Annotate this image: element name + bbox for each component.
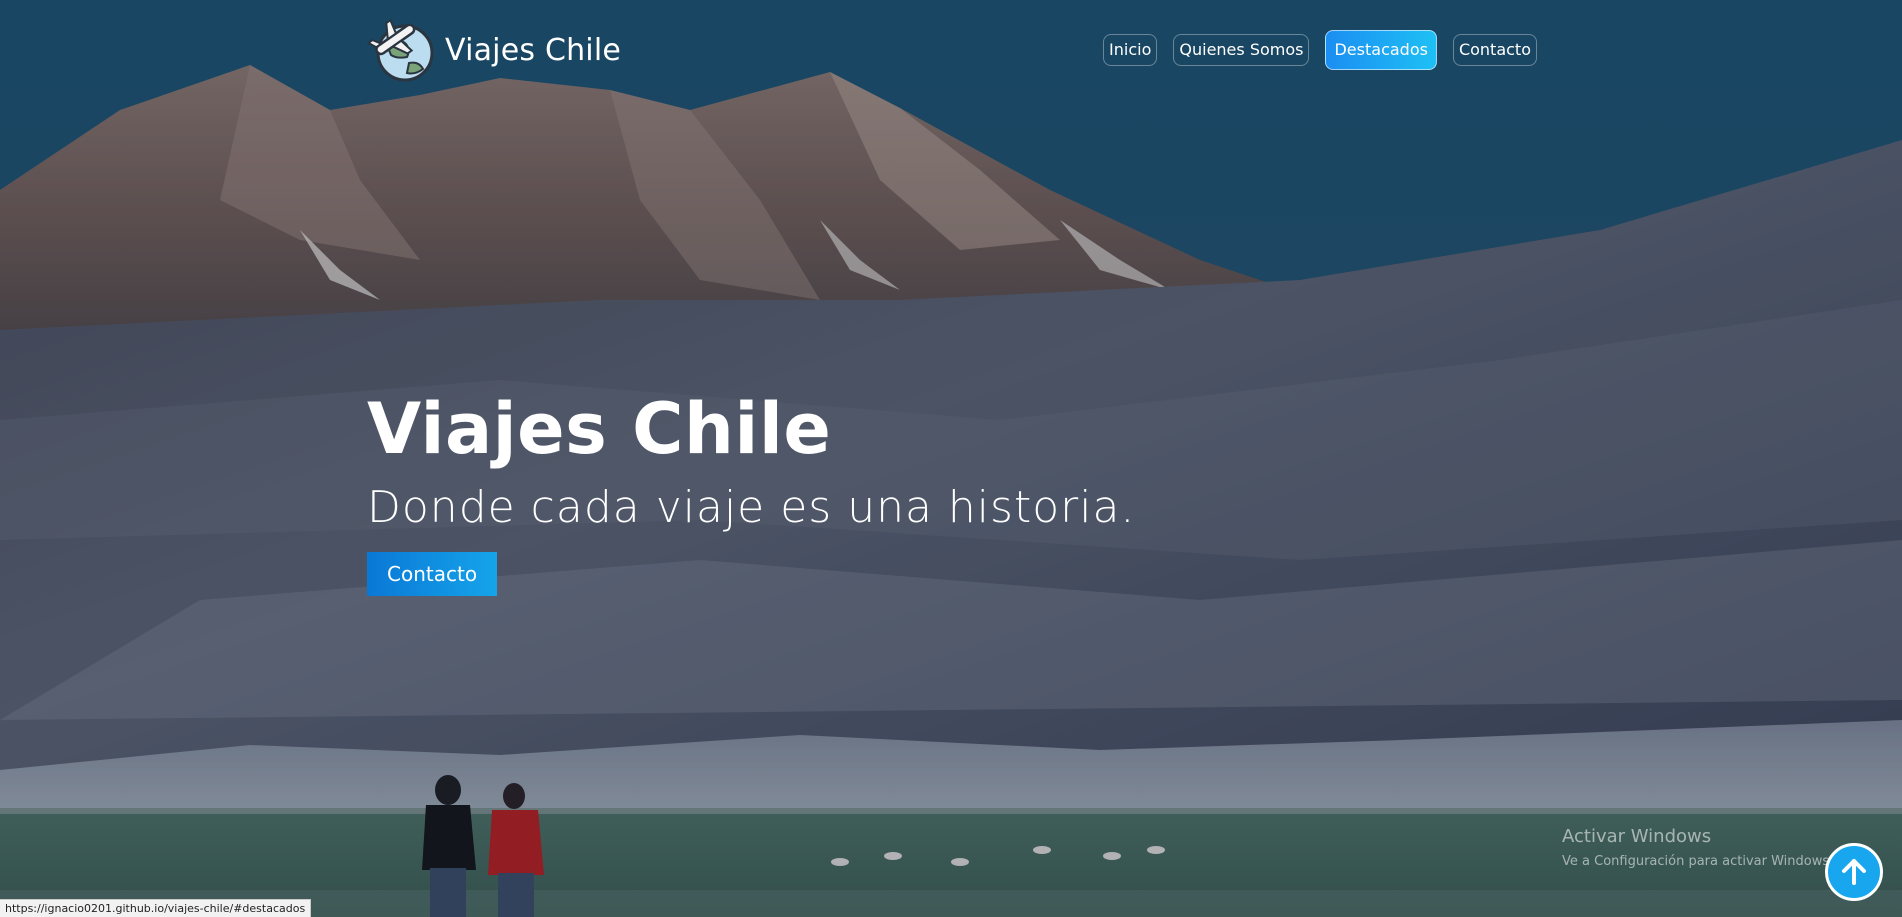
nav-link-destacados[interactable]: Destacados bbox=[1325, 30, 1437, 70]
contact-button[interactable]: Contacto bbox=[367, 552, 498, 596]
watermark-subtitle: Ve a Configuración para activar Windows. bbox=[1562, 854, 1834, 869]
brand-link[interactable]: Viajes Chile bbox=[367, 15, 621, 85]
navbar: Viajes Chile Inicio Quienes Somos Destac… bbox=[367, 14, 1537, 86]
brand-name: Viajes Chile bbox=[445, 32, 622, 68]
windows-activation-watermark: Activar Windows Ve a Configuración para … bbox=[1562, 826, 1833, 872]
status-bar-url: https://ignacio0201.github.io/viajes-chi… bbox=[0, 899, 312, 917]
nav-link-inicio[interactable]: Inicio bbox=[1103, 34, 1158, 66]
watermark-title: Activar Windows bbox=[1562, 826, 1712, 847]
hero-content: Viajes Chile Donde cada viaje es una his… bbox=[367, 384, 1135, 596]
scroll-to-top-button[interactable] bbox=[1825, 843, 1883, 901]
nav-link-quienes-somos[interactable]: Quienes Somos bbox=[1173, 34, 1310, 66]
nav-link-contacto[interactable]: Contacto bbox=[1452, 34, 1537, 66]
nav-menu: Inicio Quienes Somos Destacados Contacto bbox=[1103, 30, 1537, 70]
hero-title: Viajes Chile bbox=[367, 388, 832, 470]
globe-airplane-logo-icon bbox=[367, 18, 434, 82]
hero-subtitle: Donde cada viaje es una historia. bbox=[367, 482, 1136, 533]
hero-section: Viajes Chile Inicio Quienes Somos Destac… bbox=[0, 0, 1902, 917]
arrow-up-icon bbox=[1842, 859, 1866, 885]
